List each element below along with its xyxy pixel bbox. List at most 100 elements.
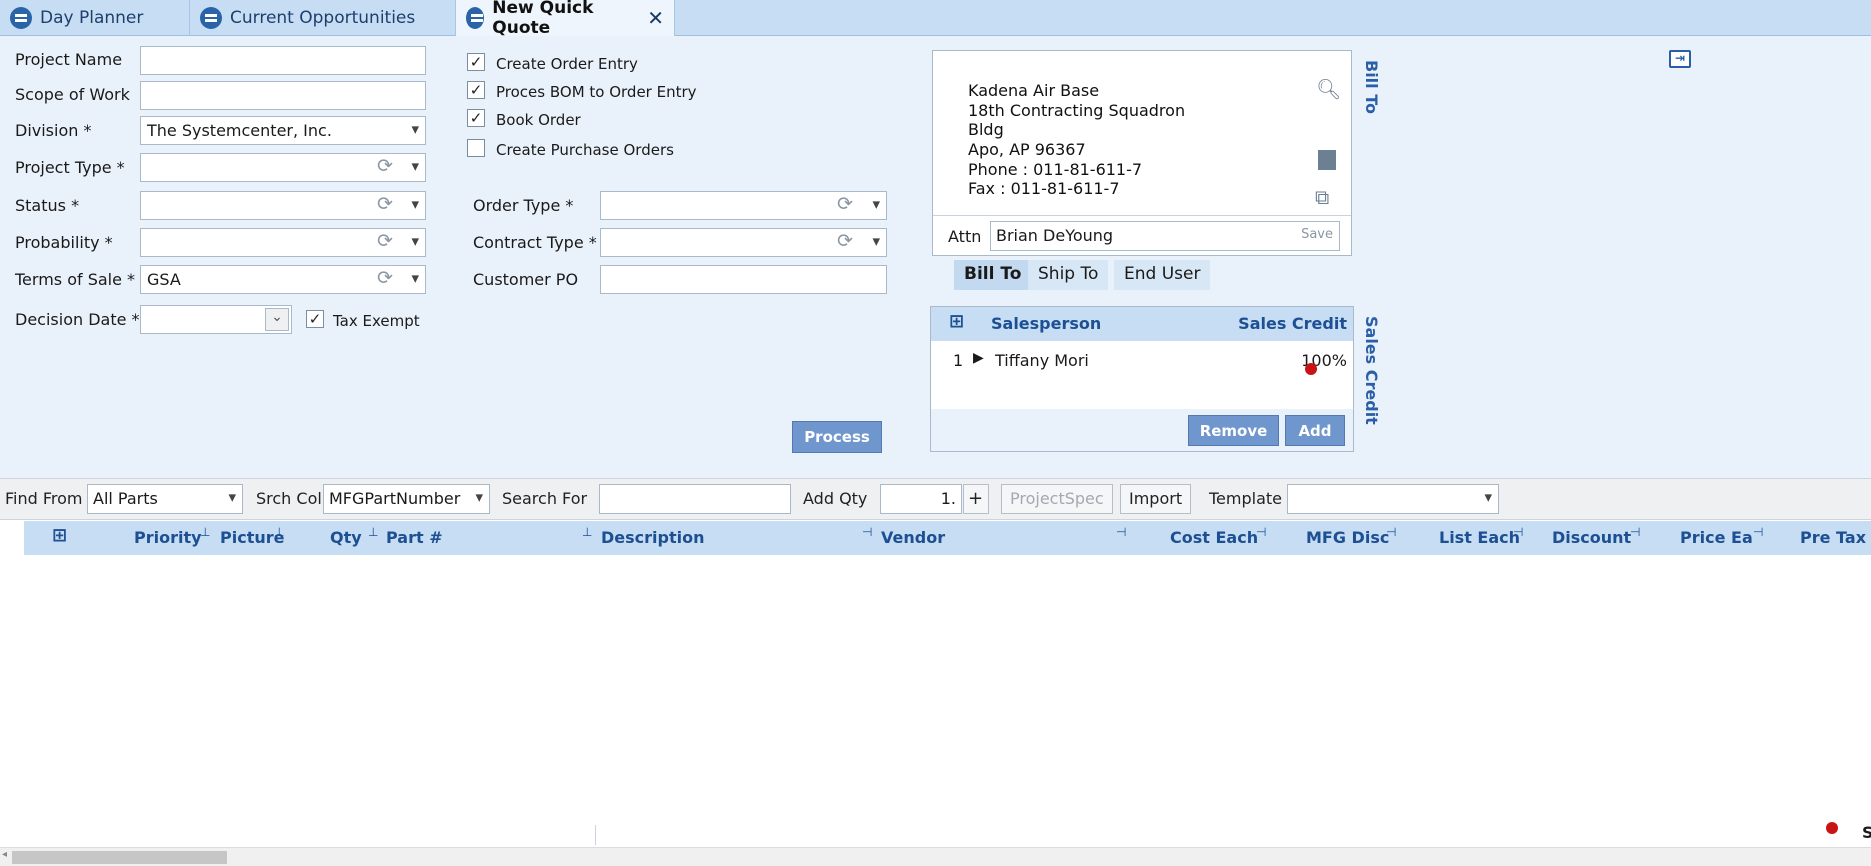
status-dot-icon [1305, 363, 1317, 375]
terms-of-sale-value: GSA [147, 270, 181, 289]
sales-credit-header[interactable]: Sales Credit [1238, 314, 1347, 333]
horizontal-scrollbar[interactable]: ◂ [0, 847, 1871, 866]
contract-type-select[interactable]: ⟳ [600, 228, 887, 257]
col-pre-tax-subtotal[interactable]: Pre Tax Su [1800, 528, 1871, 547]
order-type-select[interactable]: ⟳ [600, 191, 887, 220]
search-for-input[interactable] [599, 484, 791, 514]
col-description[interactable]: Description [601, 528, 704, 547]
add-qty-plus-button[interactable]: + [963, 484, 989, 514]
col-vendor[interactable]: Vendor [881, 528, 945, 547]
column-chooser-icon[interactable]: ⊞ [52, 525, 67, 546]
tab-label: Day Planner [40, 8, 144, 28]
col-priority[interactable]: Priority [134, 528, 202, 547]
division-select[interactable]: The Systemcenter, Inc. [140, 116, 426, 145]
col-part-number[interactable]: Part # [386, 528, 443, 547]
pin-icon[interactable]: ⊣ [1256, 525, 1266, 539]
decision-date-input[interactable]: ⌄ [140, 305, 292, 334]
expand-icon[interactable]: ▶ [973, 350, 984, 366]
add-qty-input[interactable]: 1. [880, 484, 962, 514]
col-qty[interactable]: Qty [330, 528, 362, 547]
refresh-icon[interactable]: ⟳ [377, 267, 393, 289]
division-value: The Systemcenter, Inc. [147, 121, 332, 140]
process-button[interactable]: Process [792, 421, 882, 453]
pin-icon[interactable]: ⊣ [1630, 525, 1640, 539]
scope-of-work-label: Scope of Work [15, 85, 130, 104]
refresh-icon[interactable]: ⟳ [837, 230, 853, 252]
tab-current-opportunities[interactable]: Current Opportunities [190, 0, 456, 36]
remove-button[interactable]: Remove [1188, 415, 1279, 446]
col-mfg-disc[interactable]: MFG Disc [1306, 528, 1389, 547]
salesperson-name: Tiffany Mori [995, 351, 1089, 370]
scope-of-work-input[interactable] [140, 81, 426, 110]
project-name-label: Project Name [15, 50, 123, 69]
pin-icon[interactable]: ⊥ [274, 525, 284, 539]
col-price-ea[interactable]: Price Ea [1680, 528, 1753, 547]
calendar-dropdown-icon[interactable]: ⌄ [265, 308, 289, 331]
search-icon[interactable]: 🔍︎ [1316, 77, 1341, 101]
project-type-select[interactable]: ⟳ [140, 153, 426, 182]
bill-to-address-box: Kadena Air Base 18th Contracting Squadro… [932, 50, 1352, 256]
address-line: 18th Contracting Squadron [968, 101, 1186, 120]
status-dot-icon [1826, 822, 1838, 834]
book-order-checkbox[interactable]: ✓ [467, 109, 485, 127]
pin-icon[interactable]: ⊣ [1513, 525, 1523, 539]
pin-icon[interactable]: ⊥ [582, 525, 592, 539]
tab-day-planner[interactable]: Day Planner [0, 0, 190, 36]
proces-bom-checkbox[interactable]: ✓ [467, 81, 485, 99]
terms-of-sale-select[interactable]: GSA ⟳ [140, 265, 426, 294]
customer-po-input[interactable] [600, 265, 887, 294]
project-name-input[interactable] [140, 46, 426, 75]
tab-new-quick-quote[interactable]: New Quick Quote ✕ [456, 0, 675, 38]
status-select[interactable]: ⟳ [140, 191, 426, 220]
row-index: 1 [953, 351, 964, 370]
navigate-icon [10, 7, 32, 29]
projectspec-button[interactable]: ProjectSpec [1001, 484, 1113, 514]
attn-label: Attn [948, 227, 982, 246]
subtab-ship-to[interactable]: Ship To [1028, 260, 1109, 290]
save-attn-button[interactable]: Save [1301, 227, 1333, 242]
exit-icon[interactable]: ⇥ [1669, 50, 1691, 68]
subtab-end-user[interactable]: End User [1114, 260, 1211, 290]
close-icon[interactable]: ✕ [647, 6, 664, 30]
col-list-each[interactable]: List Each [1439, 528, 1520, 547]
srch-col-label: Srch Col [256, 489, 322, 508]
pin-icon[interactable]: ⊣ [1116, 525, 1126, 539]
scroll-left-icon[interactable]: ◂ [2, 849, 7, 860]
refresh-icon[interactable]: ⟳ [837, 193, 853, 215]
attn-input[interactable]: Brian DeYoung Save [990, 221, 1340, 251]
add-button[interactable]: Add [1285, 415, 1345, 446]
col-discount[interactable]: Discount [1552, 528, 1631, 547]
tax-exempt-checkbox[interactable]: ✓ [306, 310, 324, 328]
division-label: Division * [15, 121, 92, 140]
decision-date-label: Decision Date * [15, 310, 140, 329]
copy-icon[interactable]: ⧉ [1315, 185, 1329, 209]
srch-col-value: MFGPartNumber [329, 489, 461, 508]
col-cost-each[interactable]: Cost Each [1170, 528, 1258, 547]
import-button[interactable]: Import [1120, 484, 1192, 514]
create-purchase-orders-checkbox[interactable] [467, 139, 485, 157]
refresh-icon[interactable]: ⟳ [377, 193, 393, 215]
salesperson-header[interactable]: Salesperson [991, 314, 1101, 333]
parts-grid-header: ⊞ Priority ⊥ Picture ⊥ Qty ⊥ Part # ⊥ De… [24, 521, 1871, 555]
column-chooser-icon[interactable]: ⊞ [949, 311, 964, 332]
pin-icon[interactable]: ⊣ [1753, 525, 1763, 539]
table-row[interactable]: 1 ▶ Tiffany Mori 100% [931, 341, 1353, 379]
srch-col-select[interactable]: MFGPartNumber [323, 484, 490, 514]
subtab-bill-to[interactable]: Bill To [954, 260, 1032, 290]
pin-icon[interactable]: ⊣ [1386, 525, 1396, 539]
tab-bar: Day Planner Current Opportunities New Qu… [0, 0, 1871, 38]
pin-icon[interactable]: ⊥ [368, 525, 378, 539]
refresh-icon[interactable]: ⟳ [377, 230, 393, 252]
template-select[interactable] [1287, 484, 1499, 514]
pin-icon[interactable]: ⊣ [862, 525, 872, 539]
probability-select[interactable]: ⟳ [140, 228, 426, 257]
find-from-select[interactable]: All Parts [87, 484, 243, 514]
column-divider [595, 825, 596, 845]
building-icon[interactable] [1318, 150, 1336, 170]
template-label: Template [1209, 489, 1283, 508]
contract-type-label: Contract Type * [473, 233, 597, 252]
create-order-entry-checkbox[interactable]: ✓ [467, 53, 485, 71]
refresh-icon[interactable]: ⟳ [377, 155, 393, 177]
scrollbar-thumb[interactable] [12, 851, 227, 864]
pin-icon[interactable]: ⊥ [200, 525, 210, 539]
